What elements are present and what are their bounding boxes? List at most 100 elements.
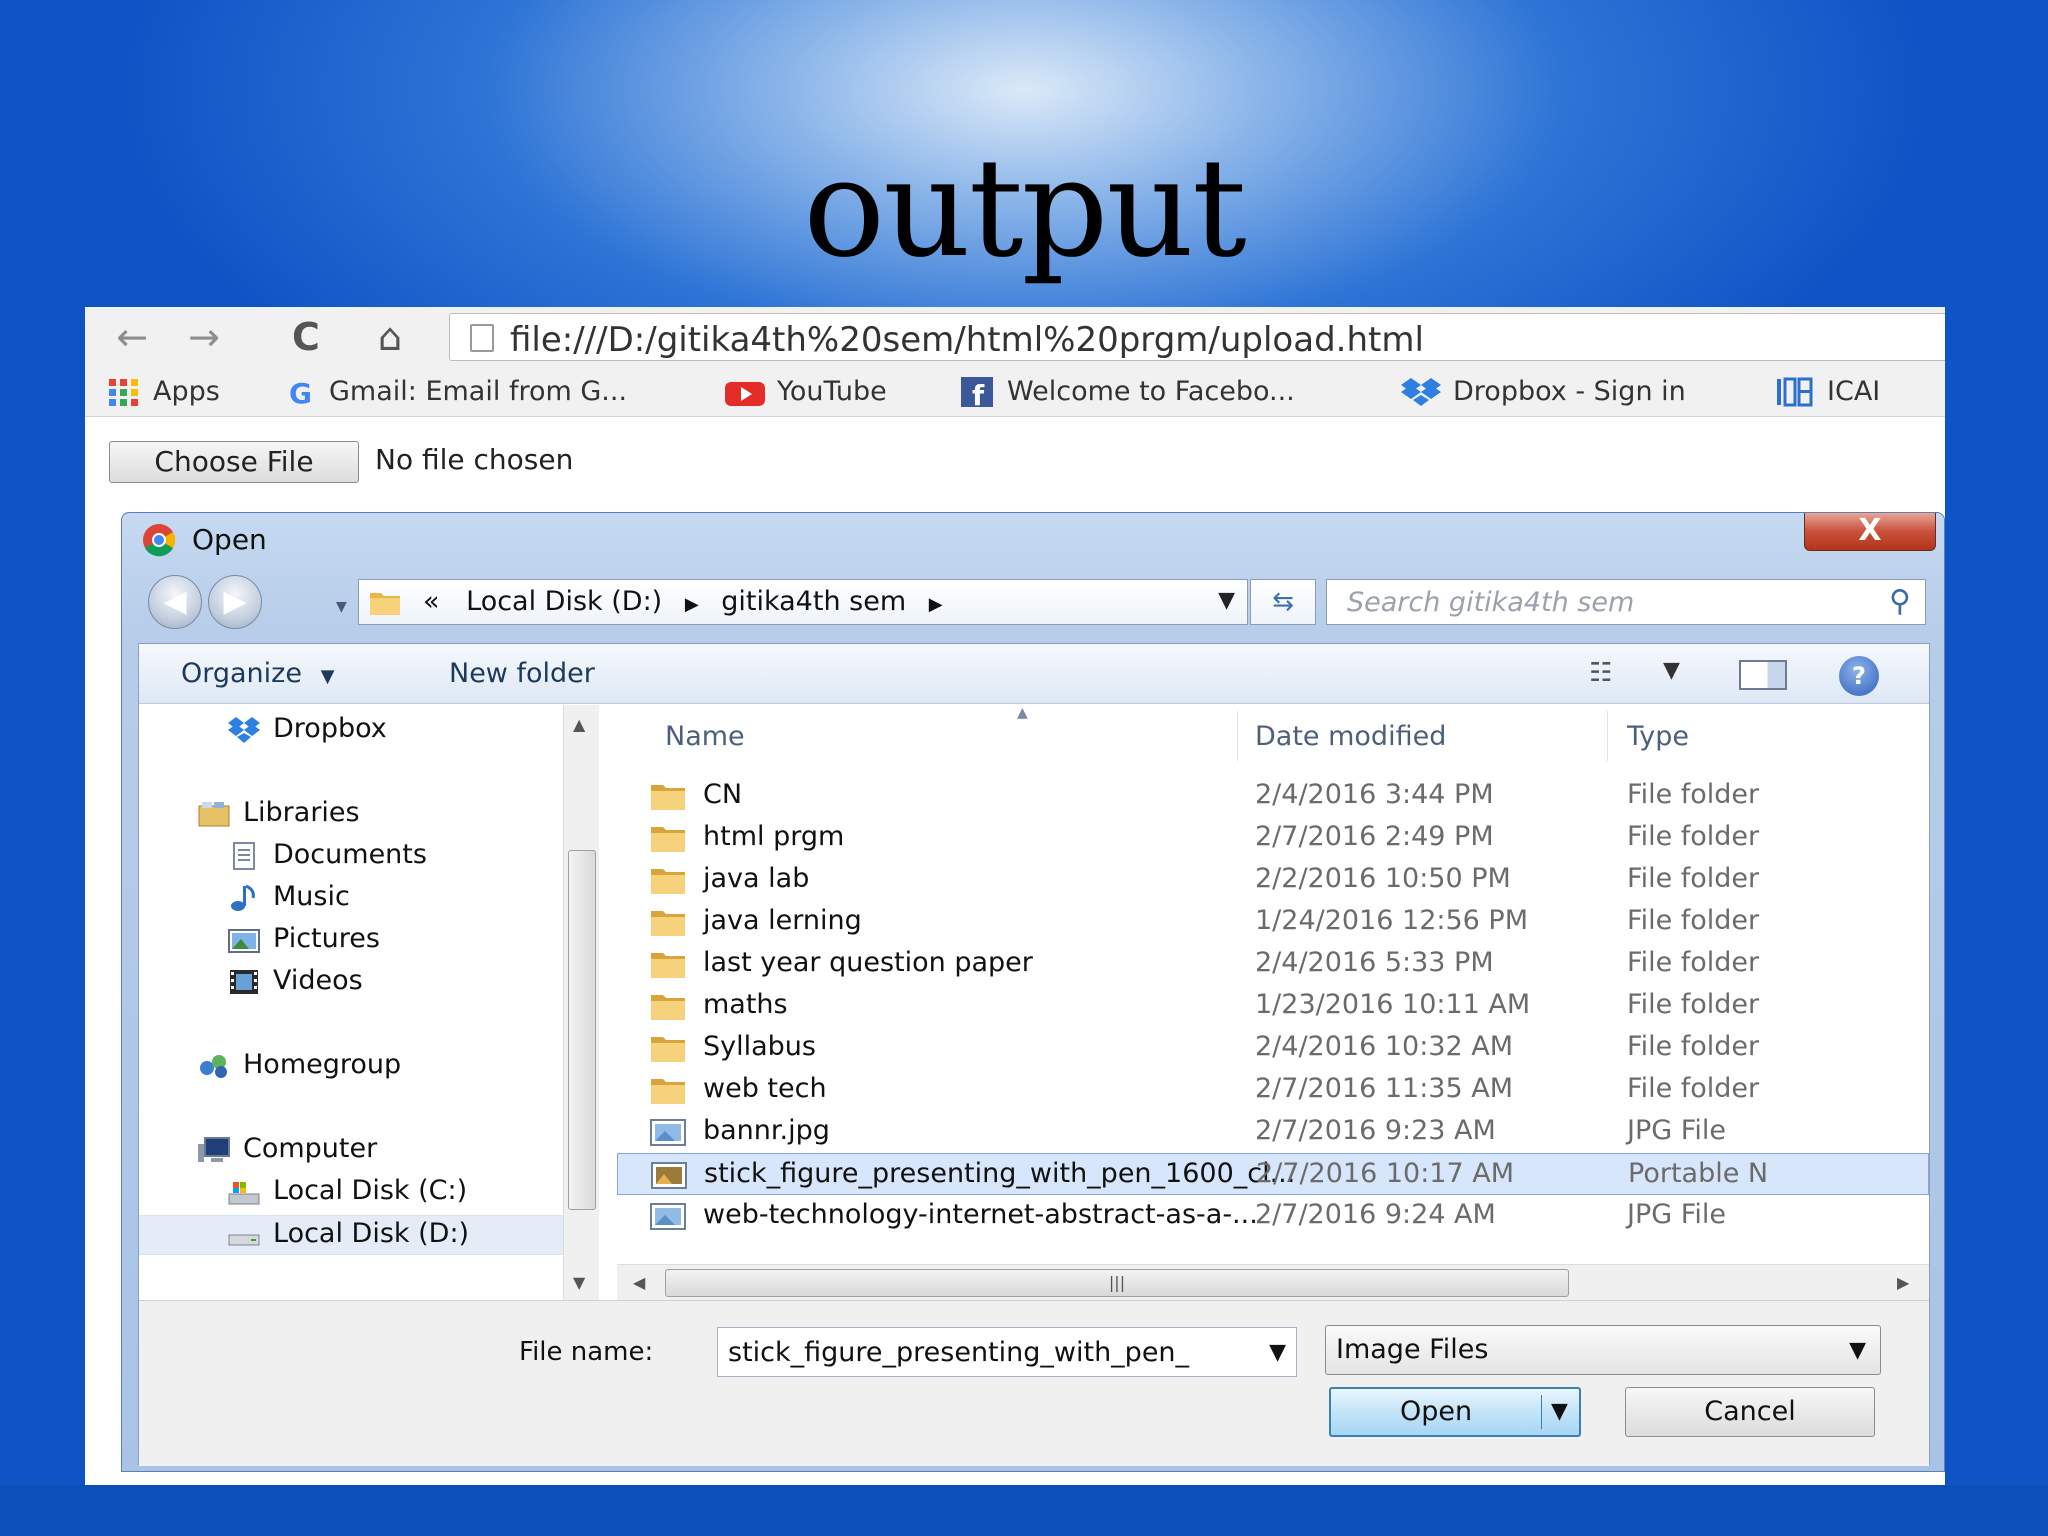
scroll-left-icon[interactable]: ◀ xyxy=(633,1273,645,1292)
column-header-name[interactable]: Name xyxy=(665,721,745,752)
nav-item-label: Documents xyxy=(273,839,427,870)
file-type: File folder xyxy=(1627,905,1760,936)
computer-icon xyxy=(198,1136,230,1162)
forward-arrow-icon[interactable]: → xyxy=(179,315,229,359)
file-date: 2/2/2016 10:50 PM xyxy=(1255,863,1511,894)
column-header-date-modified[interactable]: Date modified xyxy=(1255,721,1446,752)
open-button[interactable]: Open ▼ xyxy=(1329,1387,1581,1437)
file-row[interactable]: web-technology-internet-abstract-as-a-..… xyxy=(617,1195,1929,1237)
file-name: bannr.jpg xyxy=(703,1115,830,1146)
dropbox-icon xyxy=(1401,377,1441,406)
file-row[interactable]: bannr.jpg 2/7/2016 9:23 AM JPG File xyxy=(617,1111,1929,1153)
dialog-back-button[interactable]: ◀ xyxy=(148,575,202,629)
horizontal-scroll-thumb[interactable]: ||| xyxy=(665,1269,1569,1297)
image-file-icon xyxy=(650,1203,686,1230)
bookmark-dropbox[interactable]: Dropbox - Sign in xyxy=(1401,375,1686,409)
nav-item-pictures[interactable]: Pictures xyxy=(227,923,380,959)
scroll-down-icon[interactable]: ▼ xyxy=(573,1273,585,1292)
file-date: 2/7/2016 11:35 AM xyxy=(1255,1073,1514,1104)
file-row[interactable]: html prgm 2/7/2016 2:49 PM File folder xyxy=(617,817,1929,859)
file-name-input[interactable]: stick_figure_presenting_with_pen_ ▼ xyxy=(717,1327,1297,1377)
view-dropdown-icon[interactable]: ▼ xyxy=(1663,658,1680,683)
breadcrumb-separator-icon[interactable]: ▶ xyxy=(685,594,699,615)
nav-item-videos[interactable]: Videos xyxy=(227,965,363,1001)
folder-icon xyxy=(651,995,685,1020)
breadcrumb-local-disk-d[interactable]: Local Disk (D:) xyxy=(466,586,662,617)
file-date: 2/7/2016 9:23 AM xyxy=(1255,1115,1496,1146)
breadcrumb-overflow[interactable]: « xyxy=(423,586,440,617)
navigation-pane: Dropbox Libraries Documents Music Pictur… xyxy=(139,705,599,1300)
nav-item-dropbox[interactable]: Dropbox xyxy=(227,713,387,749)
breadcrumb-gitika4th-sem[interactable]: gitika4th sem xyxy=(721,586,906,617)
nav-item-homegroup[interactable]: Homegroup xyxy=(197,1049,401,1085)
home-icon[interactable]: ⌂ xyxy=(365,315,415,359)
new-folder-button[interactable]: New folder xyxy=(449,658,595,689)
bookmark-apps[interactable]: Apps xyxy=(107,375,220,409)
column-header-type[interactable]: Type xyxy=(1627,721,1689,752)
file-row[interactable]: maths 1/23/2016 10:11 AM File folder xyxy=(617,985,1929,1027)
nav-pane-scrollbar[interactable]: ▲ ▼ xyxy=(563,705,599,1300)
homegroup-icon xyxy=(200,1054,227,1078)
organize-menu[interactable]: Organize ▼ xyxy=(181,658,334,689)
nav-item-documents[interactable]: Documents xyxy=(227,839,427,875)
open-button-label: Open xyxy=(1399,1396,1473,1427)
nav-item-local-disk-c[interactable]: Local Disk (C:) xyxy=(227,1175,467,1211)
bookmark-gmail[interactable]: G Gmail: Email from G... xyxy=(285,375,627,409)
scroll-right-icon[interactable]: ▶ xyxy=(1897,1273,1909,1292)
file-row[interactable]: java lab 2/2/2016 10:50 PM File folder xyxy=(617,859,1929,901)
dialog-forward-button[interactable]: ▶ xyxy=(208,575,262,629)
back-forward-buttons: ◀ ▶ ▼ xyxy=(148,575,347,629)
view-details-icon[interactable]: ☷ xyxy=(1589,658,1612,688)
file-row[interactable]: java lerning 1/24/2016 12:56 PM File fol… xyxy=(617,901,1929,943)
open-options-dropdown-icon[interactable]: ▼ xyxy=(1551,1399,1568,1424)
nav-pane-scroll-thumb[interactable] xyxy=(568,850,596,1210)
scroll-up-icon[interactable]: ▲ xyxy=(573,715,585,734)
nav-item-local-disk-d[interactable]: Local Disk (D:) xyxy=(139,1215,563,1255)
dialog-title: Open xyxy=(192,523,267,556)
dialog-close-button[interactable]: X xyxy=(1804,513,1936,551)
dialog-address-bar[interactable]: « Local Disk (D:) ▶ gitika4th sem ▶ ▼ xyxy=(358,579,1248,625)
dialog-body: Organize ▼ New folder ☷ ▼ ? Dropbox Libr… xyxy=(138,643,1930,1466)
back-arrow-icon[interactable]: ← xyxy=(107,315,157,359)
choose-file-button[interactable]: Choose File xyxy=(109,441,359,483)
file-name-dropdown-icon[interactable]: ▼ xyxy=(1269,1340,1286,1365)
icai-icon xyxy=(1777,377,1813,406)
nav-item-label: Dropbox xyxy=(273,713,387,744)
address-bar[interactable]: file:///D:/gitika4th%20sem/html%20prgm/u… xyxy=(449,313,1945,361)
bookmark-youtube[interactable]: YouTube xyxy=(725,375,887,409)
cancel-button[interactable]: Cancel xyxy=(1625,1387,1875,1437)
file-name-label: File name: xyxy=(519,1337,654,1367)
file-list-horizontal-scrollbar[interactable]: ◀ ||| ▶ xyxy=(617,1264,1929,1300)
bookmark-label: YouTube xyxy=(777,376,887,407)
drive-c-icon xyxy=(228,1181,260,1204)
bookmark-icai[interactable]: ICAI xyxy=(1775,375,1880,409)
file-row[interactable]: CN 2/4/2016 3:44 PM File folder xyxy=(617,775,1929,817)
column-divider[interactable] xyxy=(1237,711,1238,761)
refresh-icon[interactable]: ⇆ xyxy=(1250,579,1316,625)
nav-item-computer[interactable]: Computer xyxy=(197,1133,377,1169)
nav-item-label: Local Disk (D:) xyxy=(273,1218,470,1249)
breadcrumb-separator-icon[interactable]: ▶ xyxy=(929,594,943,615)
file-row[interactable]: Syllabus 2/4/2016 10:32 AM File folder xyxy=(617,1027,1929,1069)
folder-icon xyxy=(651,953,685,978)
file-row[interactable]: last year question paper 2/4/2016 5:33 P… xyxy=(617,943,1929,985)
search-icon[interactable]: ⚲ xyxy=(1889,584,1911,619)
folder-icon xyxy=(651,785,685,810)
file-type: File folder xyxy=(1627,863,1760,894)
file-row-selected[interactable]: stick_figure_presenting_with_pen_1600_cl… xyxy=(617,1153,1929,1195)
help-icon[interactable]: ? xyxy=(1839,656,1879,696)
reload-icon[interactable]: C xyxy=(281,315,331,359)
file-row[interactable]: web tech 2/7/2016 11:35 AM File folder xyxy=(617,1069,1929,1111)
bookmark-facebook[interactable]: f Welcome to Facebo... xyxy=(961,375,1295,409)
file-type: File folder xyxy=(1627,989,1760,1020)
nav-item-libraries[interactable]: Libraries xyxy=(197,797,360,833)
recent-locations-dropdown-icon[interactable]: ▼ xyxy=(336,599,347,615)
preview-pane-icon[interactable] xyxy=(1739,660,1787,690)
slide-title: output xyxy=(803,130,1246,288)
column-divider[interactable] xyxy=(1607,711,1608,761)
address-dropdown-icon[interactable]: ▼ xyxy=(1218,588,1235,613)
dialog-search-input[interactable]: Search gitika4th sem ⚲ xyxy=(1326,579,1926,625)
file-date: 2/7/2016 10:17 AM xyxy=(1256,1158,1515,1189)
file-type-select[interactable]: Image Files ▼ xyxy=(1325,1325,1881,1375)
nav-item-music[interactable]: Music xyxy=(227,881,350,917)
